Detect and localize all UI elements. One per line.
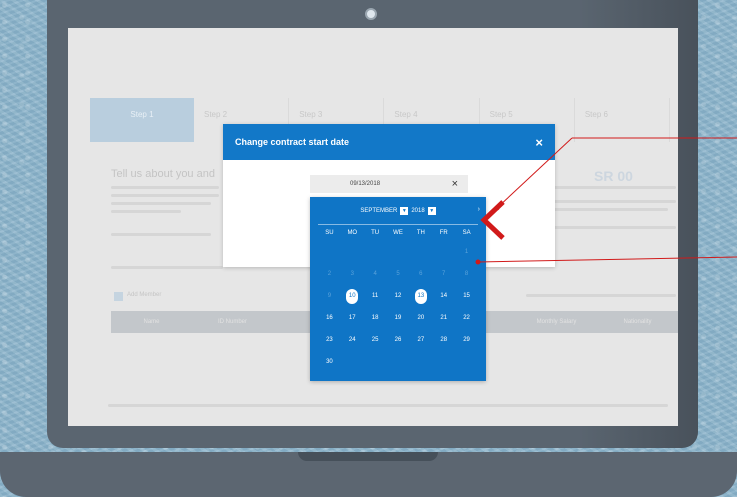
annotation-line-bottom	[477, 256, 737, 263]
chevron-left-icon	[480, 200, 505, 240]
annotation-overlay	[475, 137, 737, 265]
annotation-line-top	[496, 137, 573, 209]
annotation-dot	[475, 259, 481, 265]
